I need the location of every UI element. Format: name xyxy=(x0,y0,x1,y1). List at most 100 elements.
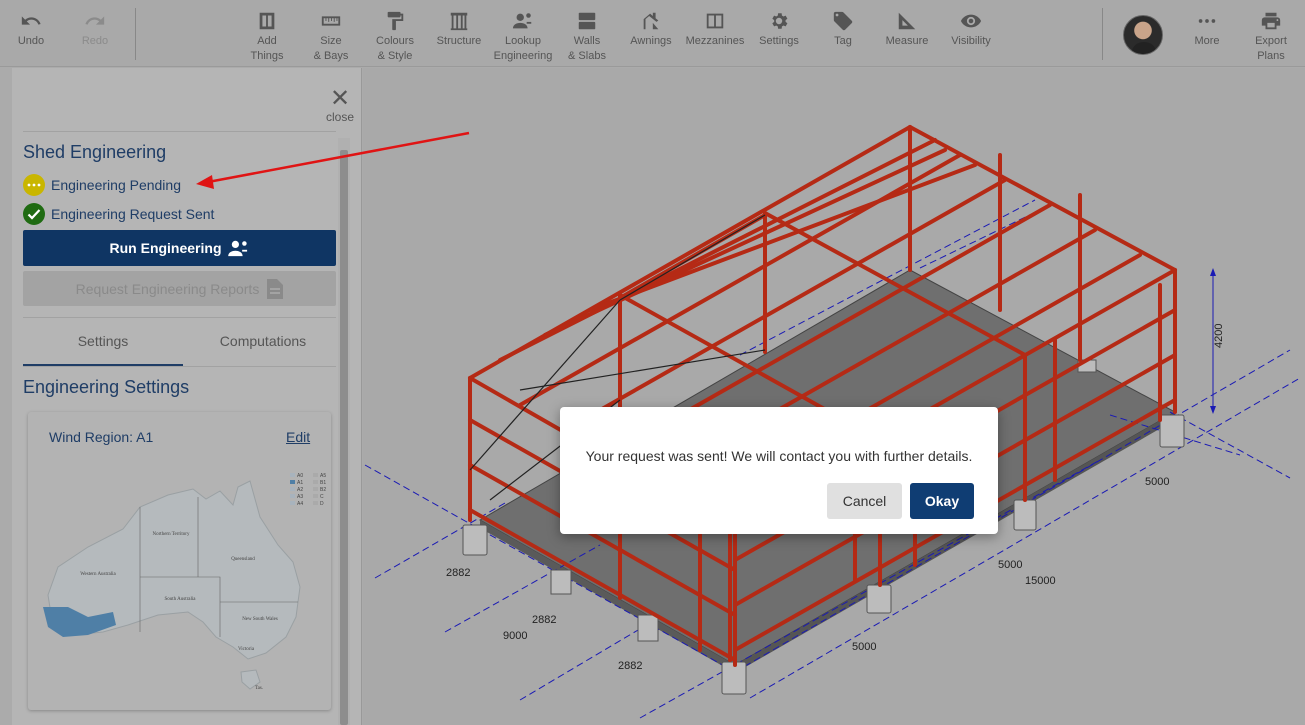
engineers-icon xyxy=(227,240,247,257)
tab-settings[interactable]: Settings xyxy=(23,333,183,349)
visibility-label: Visibility xyxy=(951,35,991,47)
panel-scrollbar-thumb[interactable] xyxy=(340,150,348,725)
dim-height: 4200 xyxy=(1213,324,1225,348)
close-label: close xyxy=(325,110,354,124)
redo-icon xyxy=(85,16,105,25)
engineering-settings-title: Engineering Settings xyxy=(23,377,190,397)
pending-dots-icon xyxy=(23,174,45,196)
dim-span-2: 2882 xyxy=(532,614,556,626)
map-label-wa: Western Australia xyxy=(80,572,116,577)
size-bays-button[interactable]: Size & Bays xyxy=(306,0,356,67)
dim-bay-3: 5000 xyxy=(852,641,876,653)
map-label-nt: Northern Territory xyxy=(153,532,190,537)
dim-span-1: 2882 xyxy=(446,567,470,579)
door-icon xyxy=(259,12,275,30)
tag-label: Tag xyxy=(834,35,852,47)
printer-icon xyxy=(1261,12,1281,30)
divider xyxy=(23,131,336,132)
visibility-button[interactable]: Visibility xyxy=(946,0,996,67)
edit-wind-region-link[interactable]: Edit xyxy=(286,429,310,445)
awning-icon xyxy=(643,12,659,30)
cancel-button[interactable]: Cancel xyxy=(827,483,902,519)
colours-style-label: Colours & Style xyxy=(376,35,414,62)
toolbar-divider xyxy=(135,8,136,60)
dim-width: 9000 xyxy=(503,630,527,642)
status-pending: Engineering Pending xyxy=(23,174,181,196)
tag-button[interactable]: Tag xyxy=(818,0,868,67)
avatar[interactable] xyxy=(1123,15,1163,55)
measure-button[interactable]: Measure xyxy=(882,0,932,67)
dim-length: 15000 xyxy=(1025,575,1056,587)
paint-roller-icon xyxy=(387,11,404,31)
walls-slabs-button[interactable]: Walls & Slabs xyxy=(562,0,612,67)
panel-title: Shed Engineering xyxy=(23,142,167,162)
legend-b1: B1 xyxy=(320,480,326,486)
more-button[interactable]: More xyxy=(1183,0,1231,67)
wind-region-map: A0 A1 A2 A3 A4 A5 B1 B2 C D Northern Ter… xyxy=(43,473,326,691)
3d-viewport[interactable]: 4200 5000 5000 15000 5000 2882 2882 9000… xyxy=(363,68,1305,725)
run-engineering-button[interactable]: Run Engineering xyxy=(23,230,336,266)
colours-style-button[interactable]: Colours & Style xyxy=(370,0,420,67)
walls-slabs-label: Walls & Slabs xyxy=(568,35,606,62)
document-icon xyxy=(267,278,284,299)
map-label-sa: South Australia xyxy=(165,597,197,602)
add-things-button[interactable]: Add Things xyxy=(242,0,292,67)
legend-a0: A0 xyxy=(297,473,303,479)
mezzanines-button[interactable]: Mezzanines xyxy=(684,0,746,67)
close-button[interactable]: ✕ close xyxy=(322,85,358,125)
more-dots-icon xyxy=(1198,19,1216,23)
redo-label: Redo xyxy=(81,35,109,47)
export-plans-button[interactable]: Export Plans xyxy=(1247,0,1295,67)
legend-a3: A3 xyxy=(297,494,303,500)
undo-icon xyxy=(21,16,41,25)
structure-icon xyxy=(450,12,468,31)
dialog-message: Your request was sent! We will contact y… xyxy=(585,448,973,464)
divider xyxy=(23,317,336,318)
dim-bay-1: 5000 xyxy=(1145,476,1169,488)
structure-label: Structure xyxy=(436,35,482,47)
redo-button[interactable]: Redo xyxy=(72,0,118,67)
size-bays-label: Size & Bays xyxy=(313,35,349,62)
wind-region-card: Wind Region: A1 Edit A0 A1 A2 A3 A4 A5 B… xyxy=(28,412,331,710)
map-label-qld: Queensland xyxy=(231,557,255,562)
legend-b2: B2 xyxy=(320,487,326,493)
shed-3d-model[interactable]: 4200 5000 5000 15000 5000 2882 2882 9000… xyxy=(363,68,1305,725)
check-circle-icon xyxy=(23,203,45,225)
toolbar: Undo Redo Add Things Size & Bays Colours… xyxy=(0,0,1305,67)
legend-a2: A2 xyxy=(297,487,303,493)
lookup-engineering-label: Lookup Engineering xyxy=(493,35,553,62)
wind-region-label: Wind Region: A1 xyxy=(49,429,154,445)
add-things-label: Add Things xyxy=(250,35,284,62)
legend-a5: A5 xyxy=(320,473,326,479)
structure-button[interactable]: Structure xyxy=(434,0,484,67)
status-pending-label: Engineering Pending xyxy=(51,177,181,193)
map-label-vic: Victoria xyxy=(238,647,255,652)
undo-label: Undo xyxy=(17,35,45,47)
request-reports-button[interactable]: Request Engineering Reports xyxy=(23,271,336,306)
export-plans-label: Export Plans xyxy=(1255,35,1287,62)
okay-button[interactable]: Okay xyxy=(910,483,974,519)
settings-button[interactable]: Settings xyxy=(754,0,804,67)
legend-d: D xyxy=(320,501,324,507)
lookup-engineering-button[interactable]: Lookup Engineering xyxy=(492,0,554,67)
legend-c: C xyxy=(320,494,324,500)
legend-a4: A4 xyxy=(297,501,303,507)
mezzanines-label: Mezzanines xyxy=(685,35,745,47)
ruler-icon xyxy=(321,16,341,26)
settings-label: Settings xyxy=(759,35,799,47)
run-engineering-label: Run Engineering xyxy=(109,240,222,256)
measure-label: Measure xyxy=(885,35,929,47)
status-sent: Engineering Request Sent xyxy=(23,203,214,225)
active-tab-indicator xyxy=(23,364,183,366)
tag-icon xyxy=(833,11,853,31)
map-label-nsw: New South Wales xyxy=(242,617,278,622)
awnings-button[interactable]: Awnings xyxy=(626,0,676,67)
tab-divider xyxy=(23,366,336,367)
tab-computations[interactable]: Computations xyxy=(183,333,343,349)
walls-icon xyxy=(578,12,596,30)
undo-button[interactable]: Undo xyxy=(8,0,54,67)
engineers-icon xyxy=(512,13,532,29)
dim-bay-2: 5000 xyxy=(998,559,1022,571)
close-icon: ✕ xyxy=(329,85,351,112)
status-sent-label: Engineering Request Sent xyxy=(51,206,215,222)
